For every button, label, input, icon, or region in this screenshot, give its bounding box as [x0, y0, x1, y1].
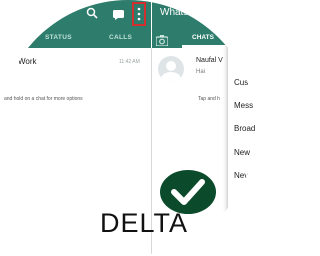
overflow-menu: ' Cus Mess Broad New Nev , — [228, 40, 256, 215]
chat-time: 11:42 AM — [119, 59, 140, 65]
hint-text-right: Tap and h — [198, 96, 220, 102]
left-tab-bar: STATUS CALLS — [0, 30, 151, 48]
avatar-icon — [158, 56, 184, 82]
menu-item-messages[interactable]: Mess — [234, 101, 253, 110]
more-vert-icon[interactable] — [132, 2, 146, 26]
search-icon[interactable] — [86, 6, 98, 24]
menu-item-new-group[interactable]: New — [234, 148, 250, 157]
right-app-bar: Whats — [152, 0, 256, 30]
menu-bottom-mark: , — [234, 193, 237, 202]
tab-indicator — [182, 45, 230, 48]
screenshot-frame: STATUS CALLS Work 11:42 AM and hold on a… — [0, 0, 256, 256]
hint-text: and hold on a chat for more options — [4, 96, 83, 102]
chat-title: Work — [18, 57, 37, 66]
menu-item-broadcast[interactable]: Broad — [234, 124, 255, 133]
camera-icon[interactable] — [155, 33, 169, 51]
contact-name: Naufal V — [196, 57, 223, 64]
delta-label: DELTA — [100, 208, 189, 238]
menu-top-mark: ' — [234, 48, 236, 57]
menu-item-custom[interactable]: Cus — [234, 78, 248, 87]
chat-icon[interactable] — [113, 7, 124, 25]
contact-message: Hai — [196, 69, 206, 75]
tab-chats[interactable]: CHATS — [192, 34, 214, 41]
tab-status[interactable]: STATUS — [45, 34, 72, 41]
menu-item-new[interactable]: Nev — [234, 171, 248, 180]
app-title: Whats — [160, 7, 189, 18]
tab-calls[interactable]: CALLS — [109, 34, 132, 41]
